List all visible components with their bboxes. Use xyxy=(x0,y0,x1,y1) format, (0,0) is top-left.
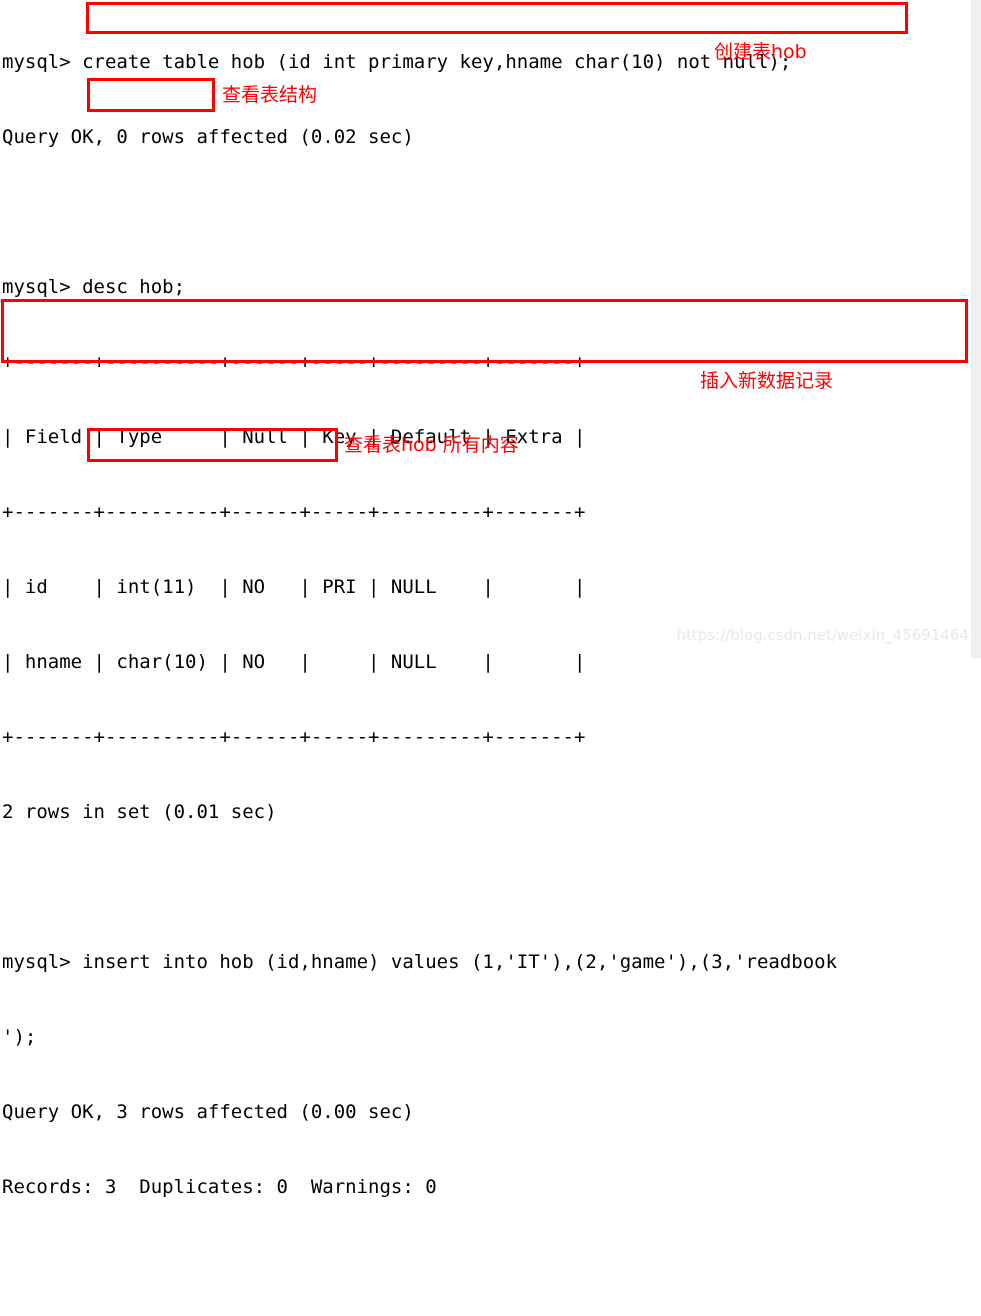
terminal-line: mysql> insert into hob (id,hname) values… xyxy=(2,951,838,973)
terminal-screenshot: mysql> create table hob (id int primary … xyxy=(0,0,981,1198)
terminal-line: +-------+----------+------+-----+-------… xyxy=(2,726,586,748)
terminal-line: '); xyxy=(2,1026,37,1048)
terminal-line: mysql> desc hob; xyxy=(2,276,186,298)
terminal-line: Records: 3 Duplicates: 0 Warnings: 0 xyxy=(2,1176,437,1198)
terminal-line: Query OK, 0 rows affected (0.02 sec) xyxy=(2,126,414,148)
terminal-line: | hname | char(10) | NO | | NULL | | xyxy=(2,651,586,673)
terminal-line: mysql> create table hob (id int primary … xyxy=(2,51,792,73)
annotation-create-table: 创建表hob xyxy=(714,41,807,63)
annotation-desc-table: 查看表结构 xyxy=(222,84,318,106)
terminal-output: mysql> create table hob (id int primary … xyxy=(2,0,977,1316)
watermark-url: https://blog.csdn.net/weixin_45691464 xyxy=(676,626,969,644)
annotation-select: 查看表hob 所有内容 xyxy=(344,434,519,456)
terminal-line: +-------+----------+------+-----+-------… xyxy=(2,501,586,523)
terminal-line: 2 rows in set (0.01 sec) xyxy=(2,801,277,823)
terminal-line: Query OK, 3 rows affected (0.00 sec) xyxy=(2,1101,414,1123)
annotation-insert: 插入新数据记录 xyxy=(700,370,834,392)
terminal-line: | id | int(11) | NO | PRI | NULL | | xyxy=(2,576,586,598)
